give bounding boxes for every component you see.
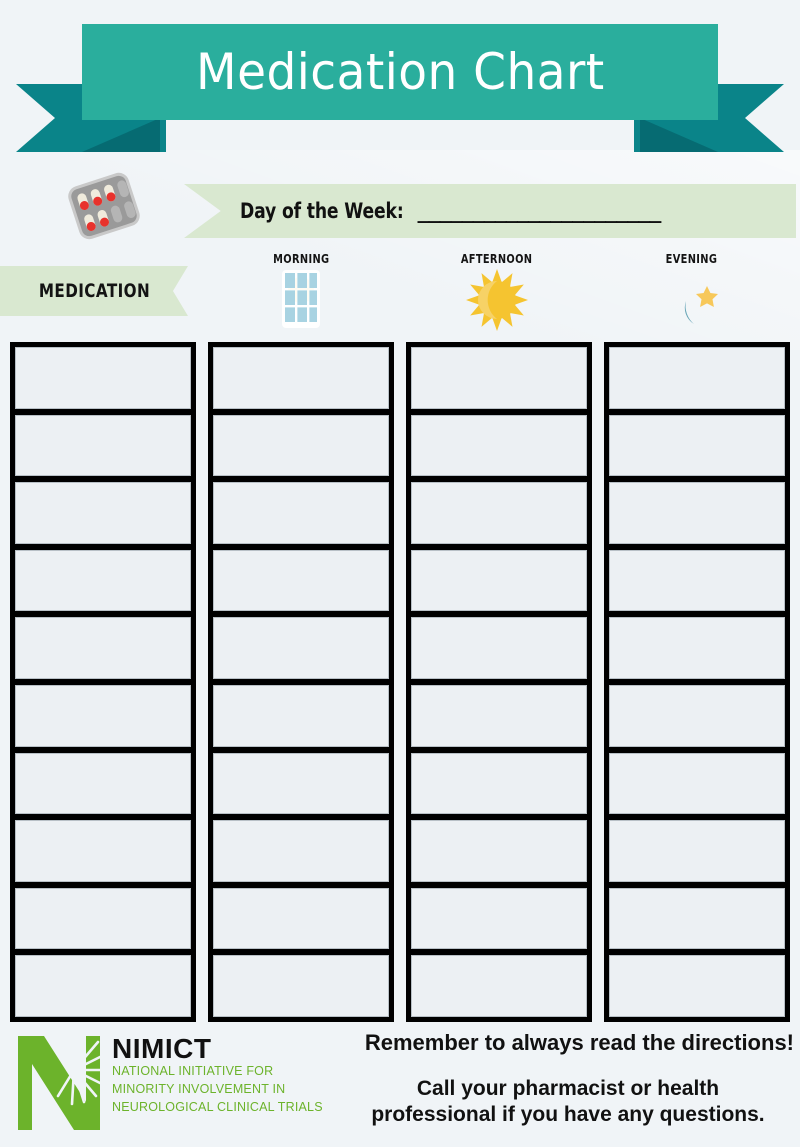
table-cell[interactable] — [411, 482, 587, 544]
column-header-medication: MEDICATION — [0, 266, 188, 316]
table-cell[interactable] — [15, 955, 191, 1017]
sun-icon — [464, 268, 530, 332]
moon-star-icon — [658, 268, 724, 332]
table-cell[interactable] — [213, 820, 389, 882]
table-cell[interactable] — [609, 549, 785, 612]
column-header-evening-label: EVENING — [665, 252, 717, 266]
table-cell[interactable] — [213, 347, 389, 409]
nimict-starburst-n-logo-icon — [12, 1030, 106, 1136]
column-header-medication-label: MEDICATION — [38, 280, 150, 302]
table-cell[interactable] — [213, 887, 389, 950]
table-cell[interactable] — [15, 347, 191, 409]
ribbon-banner: Medication Chart — [82, 24, 718, 120]
table-cell[interactable] — [213, 617, 389, 679]
page-title: Medication Chart — [195, 43, 605, 101]
table-cell[interactable] — [411, 887, 587, 950]
table-cell[interactable] — [609, 820, 785, 882]
column-header-afternoon-label: AFTERNOON — [461, 252, 533, 266]
table-cell[interactable] — [213, 684, 389, 747]
table-cell[interactable] — [15, 617, 191, 679]
table-cell[interactable] — [609, 414, 785, 477]
nimict-acronym: NIMICT — [112, 1033, 212, 1064]
table-cell[interactable] — [609, 955, 785, 1017]
medication-chart-page: Medication Chart Day of the Week: ______… — [0, 0, 800, 1147]
table-cell[interactable] — [213, 549, 389, 612]
table-cell[interactable] — [213, 414, 389, 477]
table-cell[interactable] — [15, 684, 191, 747]
notice-call-pharmacist-line-1: Call your pharmacist or health — [416, 1077, 720, 1100]
table-cell[interactable] — [15, 752, 191, 815]
table-cell[interactable] — [15, 482, 191, 544]
column-header-evening: EVENING — [598, 252, 784, 332]
table-cell[interactable] — [411, 617, 587, 679]
notice-call-pharmacist-line-2: professional if you have any questions. — [371, 1103, 765, 1127]
day-of-week-banner: Day of the Week: ______________________ — [184, 184, 796, 238]
medication-table — [10, 342, 790, 1022]
table-cell[interactable] — [15, 887, 191, 950]
footer: NIMICT NATIONAL INITIATIVE FOR MINORITY … — [0, 1026, 800, 1147]
day-of-week-label: Day of the Week: — [240, 199, 404, 223]
table-column-evening — [604, 342, 790, 1022]
table-cell[interactable] — [411, 955, 587, 1017]
day-of-week-input[interactable]: ______________________ — [417, 199, 661, 223]
table-cell[interactable] — [411, 752, 587, 815]
notice-read-directions: Remember to always read the directions! — [364, 1030, 794, 1055]
table-cell[interactable] — [609, 752, 785, 815]
nimict-subtitle-line-2: MINORITY INVOLVEMENT IN — [112, 1082, 286, 1097]
table-cell[interactable] — [609, 482, 785, 544]
table-cell[interactable] — [411, 347, 587, 409]
table-cell[interactable] — [15, 549, 191, 612]
nimict-subtitle-line-3: NEUROLOGICAL CLINICAL TRIALS — [112, 1099, 323, 1114]
column-header-afternoon: AFTERNOON — [404, 252, 590, 332]
nimict-subtitle-line-1: NATIONAL INITIATIVE FOR — [112, 1064, 274, 1079]
table-cell[interactable] — [15, 820, 191, 882]
table-cell[interactable] — [411, 820, 587, 882]
column-header-morning-label: MORNING — [272, 252, 330, 266]
blister-pack-icon — [62, 164, 146, 248]
table-cell[interactable] — [213, 752, 389, 815]
table-cell[interactable] — [213, 482, 389, 544]
table-column-medication — [10, 342, 196, 1022]
nimict-logo: NIMICT NATIONAL INITIATIVE FOR MINORITY … — [12, 1030, 323, 1136]
table-cell[interactable] — [213, 955, 389, 1017]
notice-call-pharmacist: Call your pharmacist or health professio… — [344, 1076, 792, 1129]
table-cell[interactable] — [411, 414, 587, 477]
table-cell[interactable] — [609, 347, 785, 409]
table-cell[interactable] — [411, 549, 587, 612]
table-cell[interactable] — [411, 684, 587, 747]
column-header-morning: MORNING — [208, 252, 394, 332]
title-ribbon: Medication Chart — [0, 24, 800, 154]
table-cell[interactable] — [609, 684, 785, 747]
window-sunrise-icon — [268, 268, 334, 332]
table-cell[interactable] — [609, 887, 785, 950]
table-cell[interactable] — [15, 414, 191, 477]
table-column-morning — [208, 342, 394, 1022]
table-column-afternoon — [406, 342, 592, 1022]
table-cell[interactable] — [609, 617, 785, 679]
